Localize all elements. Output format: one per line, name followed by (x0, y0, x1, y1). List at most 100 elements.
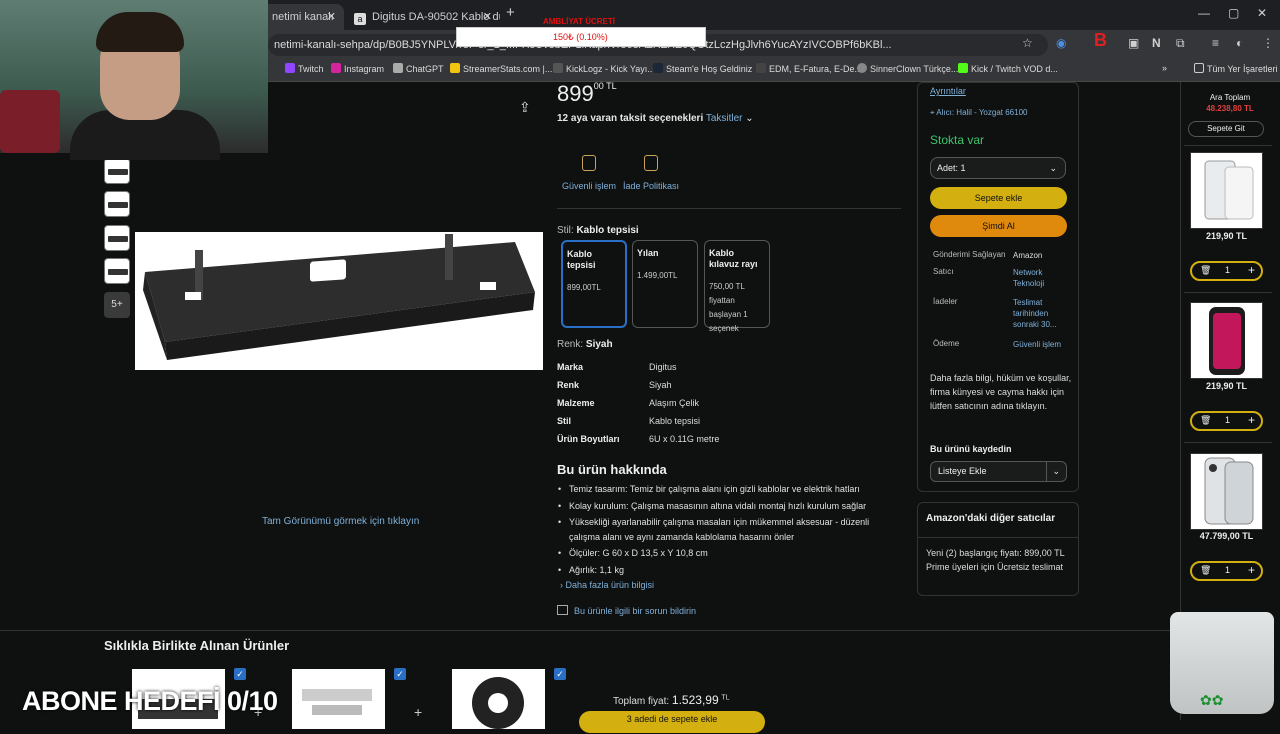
minimize-button[interactable]: — (1198, 6, 1210, 20)
bookmark[interactable]: Instagram (331, 63, 384, 74)
plus-icon[interactable]: + (1248, 263, 1255, 277)
fbt-checkbox[interactable]: ✓ (554, 668, 566, 680)
add-all-to-cart-button[interactable]: 3 adedi de sepete ekle (579, 711, 765, 733)
add-to-list-button[interactable]: Listeye Ekle ⌄ (930, 461, 1067, 482)
installments: 12 aya varan taksit seçenekleri Taksitle… (557, 113, 754, 124)
product-price: 89900 TL (557, 81, 617, 106)
spec-key: Malzeme (557, 398, 595, 408)
quantity-stepper[interactable]: 🗑 1 + (1190, 411, 1263, 431)
all-bookmarks[interactable]: Tüm Yer İşaretleri (1194, 63, 1278, 74)
location-icon: ⌖ (930, 108, 935, 117)
extension-icon[interactable]: ◉ (1056, 36, 1066, 50)
steam-icon (653, 63, 663, 73)
feature-secure[interactable]: Güvenli işlem (559, 155, 619, 191)
quantity-stepper[interactable]: 🗑 1 + (1190, 261, 1263, 281)
style-option-cable-rail[interactable]: Kablo kılavuz rayı 750,00 TL fiyattan baş… (704, 240, 770, 333)
extension-icon[interactable]: ▣ (1128, 36, 1139, 50)
bookmark[interactable]: Steam'e Hoş Geldiniz (653, 63, 752, 74)
chevron-down-icon[interactable]: ⌄ (745, 113, 753, 124)
cart-item-image[interactable] (1190, 152, 1263, 229)
thumbnail[interactable] (104, 191, 130, 217)
installments-link[interactable]: Taksitler (706, 113, 743, 124)
fbt-checkbox[interactable]: ✓ (234, 668, 246, 680)
style-option-snake[interactable]: Yılan 1.499,00TL (632, 240, 698, 328)
trash-icon[interactable]: 🗑 (1200, 415, 1211, 426)
cart-item-image[interactable] (1190, 453, 1263, 530)
new-tab-button[interactable]: + (506, 4, 515, 21)
returns-link[interactable]: Teslimat tarihinden sonraki 30... (1013, 297, 1073, 330)
trash-icon[interactable]: 🗑 (1200, 565, 1211, 576)
cable-tray-illustration (143, 234, 535, 360)
close-window-button[interactable]: ✕ (1257, 6, 1267, 20)
quantity-select[interactable]: Adet: 1 ⌄ (930, 157, 1066, 179)
bookmark[interactable]: ChatGPT (393, 63, 444, 74)
cup-overlay: ✿✿ (1170, 612, 1274, 714)
style-label: Stil: Kablo tepsisi (557, 225, 639, 236)
plus-icon[interactable]: + (1248, 413, 1255, 427)
buy-now-button[interactable]: Şimdi Al (930, 215, 1067, 237)
fbt-product-image[interactable] (452, 669, 545, 729)
bookmark[interactable]: EDM, E-Fatura, E-De... (756, 63, 862, 74)
plus-icon: + (414, 704, 423, 720)
cart-item-price: 47.799,00 TL (1199, 531, 1254, 541)
chatgpt-icon (393, 63, 403, 73)
spec-value: Alaşım Çelik (649, 398, 700, 408)
more-bookmarks-icon[interactable]: » (1162, 63, 1167, 73)
return-icon (644, 155, 658, 171)
more-info-link[interactable]: › Daha fazla ürün bilgisi (560, 580, 654, 590)
quantity-stepper[interactable]: 🗑 1 + (1190, 561, 1263, 581)
cart-item-image[interactable] (1190, 302, 1263, 379)
webcam-overlay (0, 0, 268, 160)
clips-illustration (302, 689, 372, 715)
subscriber-goal: ABONE HEDEFİ 0/10 (22, 686, 278, 716)
chevron-down-icon: ⌄ (1049, 163, 1057, 173)
trash-icon[interactable]: 🗑 (1200, 265, 1211, 276)
bookmark[interactable]: Twitch (285, 63, 324, 74)
chevron-down-icon[interactable]: ⌄ (1046, 462, 1060, 481)
feature-return[interactable]: İade Politikası (621, 155, 681, 191)
spec-value: Kablo tepsisi (649, 416, 701, 426)
thumbnail[interactable] (104, 158, 130, 184)
delivery-location[interactable]: ⌖ Alıcı: Halil - Yozgat 66100 (930, 108, 1027, 118)
close-icon[interactable]: ✕ (327, 4, 336, 30)
star-icon[interactable]: ☆ (1022, 36, 1033, 50)
subtotal-amount: 48.238,80 TL (1206, 104, 1254, 113)
bookmark[interactable]: KickLogz - Kick Yayı... (553, 63, 655, 74)
thumbnail[interactable] (104, 225, 130, 251)
thumbnail[interactable] (104, 258, 130, 284)
fbt-product-image[interactable] (292, 669, 385, 729)
share-icon[interactable]: ⇪ (519, 99, 531, 116)
spec-value: 6U x 0.11G metre (649, 434, 720, 444)
media-icon[interactable]: ≡ (1212, 36, 1219, 50)
other-sellers-link[interactable]: Yeni (2) başlangıç fiyatı: 899,00 TL Pri… (926, 546, 1066, 574)
extension-b-icon[interactable]: B (1094, 30, 1107, 51)
go-to-cart-button[interactable]: Sepete Git (1188, 121, 1264, 137)
bullet: Ölçüler: G 60 x D 13,5 x Y 10,8 cm (558, 546, 899, 561)
tab-1[interactable]: netimi kanalı ✕ (262, 4, 344, 30)
spec-value: Digitus (649, 362, 677, 372)
payment-link[interactable]: Güvenli işlem (1013, 339, 1073, 350)
product-image[interactable] (135, 232, 543, 370)
bookmark[interactable]: Kick / Twitch VOD d... (958, 63, 1058, 74)
bullet: Ağırlık: 1,1 kg (558, 563, 899, 578)
menu-icon[interactable]: ⋮ (1262, 36, 1274, 50)
puzzle-icon[interactable]: ⧉ (1176, 36, 1185, 51)
bookmark[interactable]: StreamerStats.com |... (450, 63, 552, 74)
fbt-total: Toplam fiyat: 1.523,99 TL (613, 693, 730, 707)
plant-icon: ✿✿ (1200, 692, 1224, 708)
full-view-link[interactable]: Tam Görünümü görmek için tıklayın (262, 516, 419, 527)
seller-link[interactable]: Network Teknoloji (1013, 267, 1073, 289)
fbt-checkbox[interactable]: ✓ (394, 668, 406, 680)
details-link[interactable]: Ayrıntılar (930, 86, 966, 96)
instagram-icon (331, 63, 341, 73)
maximize-button[interactable]: ▢ (1228, 6, 1239, 20)
plus-icon[interactable]: + (1248, 563, 1255, 577)
more-thumbnails[interactable]: 5+ (104, 292, 130, 318)
add-to-cart-button[interactable]: Sepete ekle (930, 187, 1067, 209)
notion-icon[interactable]: N (1152, 36, 1161, 50)
bookmark[interactable]: SinnerClown Türkçe... (857, 63, 958, 74)
style-option-cable-tray[interactable]: Kablo tepsisi 899,00TL (561, 240, 627, 328)
profile-icon[interactable]: ◐ (1236, 36, 1243, 50)
donation-alert: AMBLİYAT ÜCRETİ 150₺ (0.10%) (456, 17, 706, 47)
report-link[interactable]: Bu ürünle ilgili bir sorun bildirin (557, 605, 696, 616)
